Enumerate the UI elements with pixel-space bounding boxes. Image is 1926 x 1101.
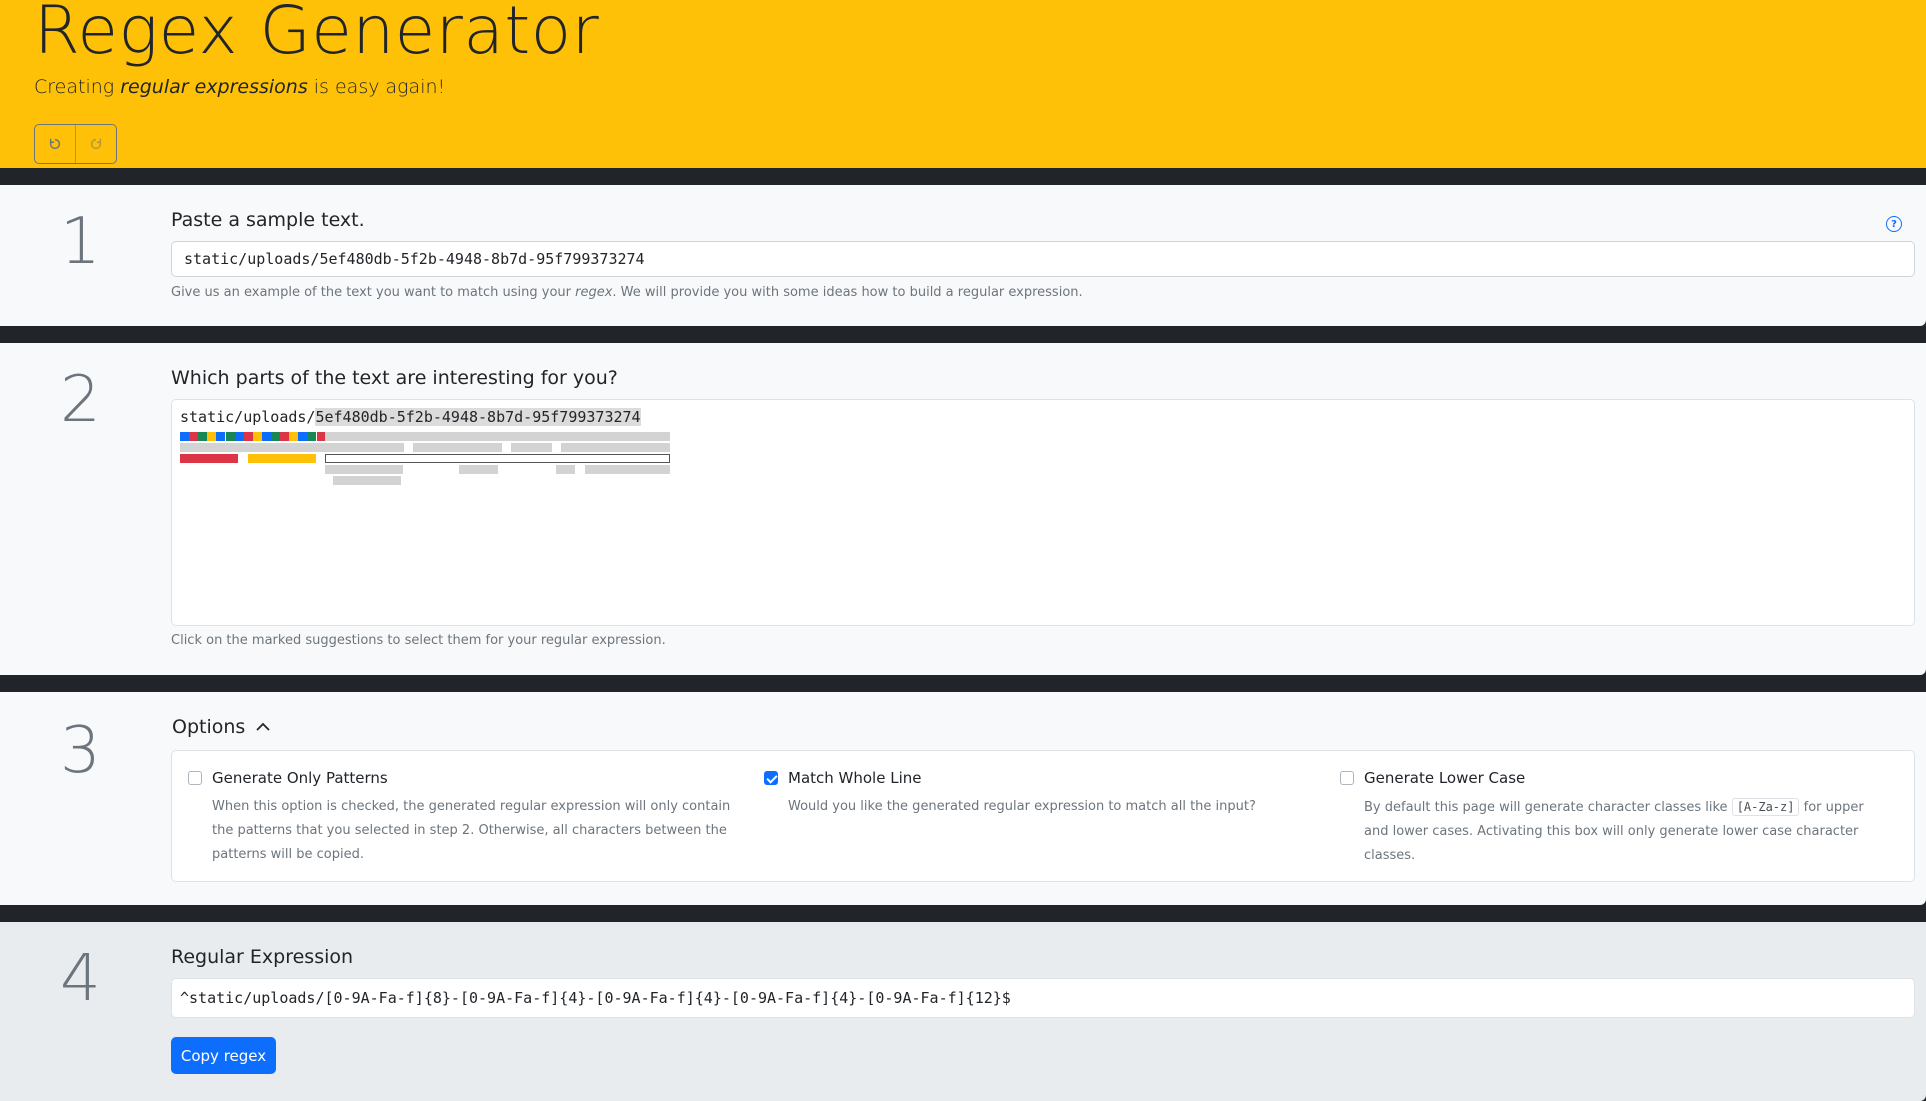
suggestion-char-marker[interactable] — [298, 432, 308, 441]
option-description: By default this page will generate chara… — [1364, 798, 1864, 863]
suggestion-char-marker[interactable] — [234, 432, 244, 441]
suggestion-uuid-marker[interactable] — [325, 432, 670, 441]
suggestion-segment-marker[interactable] — [459, 465, 498, 474]
suggestion-segment-marker[interactable] — [325, 465, 403, 474]
suggestion-segment-marker[interactable] — [585, 465, 670, 474]
suggestion-char-marker[interactable] — [198, 432, 208, 441]
match-whole-line-checkbox[interactable] — [764, 771, 778, 785]
suggestion-char-marker[interactable] — [225, 432, 235, 441]
options-panel: Generate Only Patterns When this option … — [171, 750, 1915, 882]
suggestion-gap[interactable] — [552, 443, 561, 452]
step-number: 1 — [60, 205, 101, 279]
options-toggle[interactable]: Options — [172, 716, 271, 738]
step-1-label: Paste a sample text. — [171, 209, 365, 231]
generate-only-patterns-checkbox[interactable] — [188, 771, 202, 785]
page-title: Regex Generator — [34, 0, 600, 69]
chevron-up-icon — [256, 722, 270, 731]
suggestion-char-marker[interactable] — [280, 432, 290, 441]
step-1-help: Give us an example of the text you want … — [171, 285, 1083, 300]
suggestion-word-marker[interactable] — [248, 454, 316, 463]
suggestion-segment-marker[interactable] — [556, 465, 575, 474]
suggestion-char-marker[interactable] — [252, 432, 262, 441]
suggestion-char-marker[interactable] — [261, 432, 271, 441]
option-title: Match Whole Line — [788, 769, 922, 787]
page-header: Regex Generator Creating regular express… — [0, 0, 1926, 168]
sample-plain-text: static/uploads/ — [180, 408, 316, 426]
step-2-help: Click on the marked suggestions to selec… — [171, 633, 666, 648]
suggestion-char-marker[interactable] — [180, 432, 189, 441]
suggestion-segment-marker[interactable] — [333, 476, 401, 485]
code-sample: [A-Za-z] — [1731, 798, 1800, 816]
regex-output[interactable]: ^static/uploads/[0-9A-Fa-f]{8}-[0-9A-Fa-… — [171, 978, 1915, 1018]
options-label: Options — [172, 716, 246, 738]
suggestion-char-marker[interactable] — [207, 432, 217, 441]
suggestion-char-marker[interactable] — [271, 432, 280, 441]
step-4-section: 4 Regular Expression ^static/uploads/[0-… — [0, 922, 1926, 1101]
step-number: 3 — [60, 714, 101, 788]
suggestion-gap[interactable] — [502, 443, 511, 452]
suggestion-char-marker[interactable] — [307, 432, 317, 441]
suggestion-line-marker[interactable] — [180, 443, 670, 452]
step-1-section: 1 Paste a sample text. ? static/uploads/… — [0, 185, 1926, 326]
sample-text: static/uploads/5ef480db-5f2b-4948-8b7d-9… — [180, 408, 641, 426]
history-button-group — [34, 124, 117, 164]
step-4-label: Regular Expression — [171, 946, 354, 968]
option-title: Generate Lower Case — [1364, 769, 1526, 787]
suggestion-gap[interactable] — [404, 443, 413, 452]
option-title: Generate Only Patterns — [212, 769, 388, 787]
sample-text-input[interactable]: static/uploads/5ef480db-5f2b-4948-8b7d-9… — [171, 241, 1915, 277]
step-2-label: Which parts of the text are interesting … — [171, 367, 618, 389]
generate-lower-case-checkbox[interactable] — [1340, 771, 1354, 785]
suggestion-area: static/uploads/5ef480db-5f2b-4948-8b7d-9… — [171, 399, 1915, 626]
sample-highlighted-text: 5ef480db-5f2b-4948-8b7d-95f799373274 — [315, 408, 641, 426]
step-number: 2 — [60, 363, 101, 437]
redo-icon — [90, 138, 102, 150]
page-subtitle: Creating regular expressions is easy aga… — [34, 76, 446, 98]
suggestion-char-marker[interactable] — [243, 432, 253, 441]
undo-icon — [49, 138, 61, 150]
option-description: When this option is checked, the generat… — [212, 799, 731, 862]
step-3-section: 3 Options Generate Only Patterns When th… — [0, 692, 1926, 905]
copy-regex-button[interactable]: Copy regex — [171, 1037, 276, 1074]
redo-button[interactable] — [75, 125, 116, 163]
step-2-section: 2 Which parts of the text are interestin… — [0, 343, 1926, 675]
suggestion-char-marker[interactable] — [289, 432, 299, 441]
suggestion-selected-marker[interactable] — [325, 454, 670, 463]
suggestion-char-marker[interactable] — [216, 432, 226, 441]
undo-button[interactable] — [35, 125, 75, 163]
suggestion-char-marker[interactable] — [189, 432, 199, 441]
help-icon[interactable]: ? — [1886, 216, 1902, 232]
suggestion-word-marker[interactable] — [180, 454, 238, 463]
step-number: 4 — [60, 942, 101, 1016]
option-description: Would you like the generated regular exp… — [788, 799, 1256, 814]
